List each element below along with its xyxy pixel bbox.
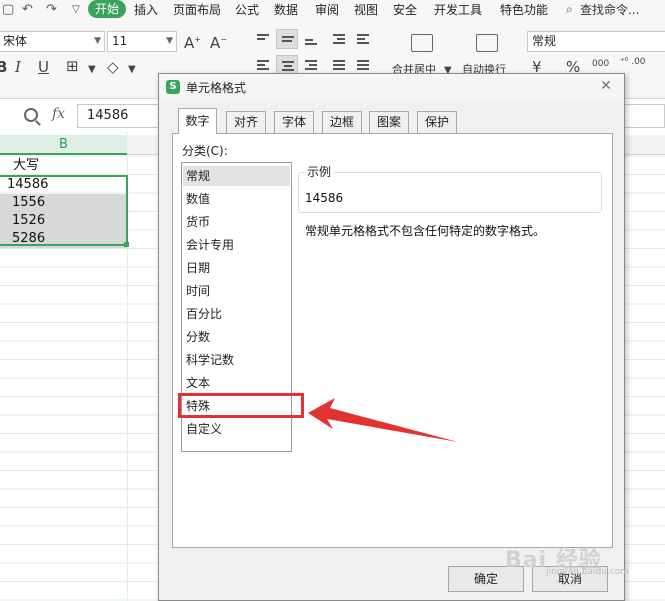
menu-page-layout[interactable]: 页面布局 xyxy=(173,1,221,18)
chevron-down-icon[interactable]: ▼ xyxy=(128,64,136,75)
bold-icon[interactable]: B xyxy=(0,57,7,77)
format-cells-dialog: S 单元格格式 ✕ 数字 对齐 字体 边框 图案 保护 分类(C): 常规 数值… xyxy=(158,73,625,601)
category-text[interactable]: 文本 xyxy=(186,373,210,393)
quick-access-dropdown-icon[interactable]: ▽ xyxy=(72,4,80,15)
increase-font-icon[interactable]: A+ xyxy=(184,30,201,53)
border-icon[interactable]: ⊞ xyxy=(66,56,79,76)
justify-button[interactable] xyxy=(328,55,350,75)
font-size-select[interactable]: 11 ▼ xyxy=(107,31,177,52)
tab-pattern[interactable]: 图案 xyxy=(369,111,409,133)
align-bottom-button[interactable] xyxy=(300,29,322,49)
fx-icon[interactable]: fx xyxy=(52,106,65,122)
format-description: 常规单元格格式不包含任何特定的数字格式。 xyxy=(305,224,546,238)
zoom-icon[interactable] xyxy=(24,108,38,122)
menu-security[interactable]: 安全 xyxy=(393,1,417,18)
align-right-button[interactable] xyxy=(300,55,322,75)
undo-icon[interactable]: ↶ xyxy=(22,2,33,17)
font-size-value: 11 xyxy=(112,34,128,48)
align-left-button[interactable] xyxy=(252,55,274,75)
menu-formulas[interactable]: 公式 xyxy=(235,1,259,18)
redo-icon[interactable]: ↷ xyxy=(46,2,57,17)
indent-increase-button[interactable] xyxy=(352,29,374,49)
sample-value: 14586 xyxy=(305,191,344,205)
category-custom[interactable]: 自定义 xyxy=(186,419,222,439)
close-icon[interactable]: ✕ xyxy=(595,76,617,96)
wrap-text-icon[interactable] xyxy=(476,34,498,52)
cell-selection-border xyxy=(0,175,128,246)
dialog-title: 单元格格式 xyxy=(186,81,247,95)
baidu-watermark-url: jingyan.baidu.com xyxy=(546,567,630,577)
font-name-select[interactable]: 宋体 ▼ xyxy=(0,31,105,52)
number-tab-panel: 分类(C): 常规 数值 货币 会计专用 日期 时间 百分比 分数 科学记数 文… xyxy=(172,133,613,548)
cell-b-header-text[interactable]: 大写 xyxy=(0,157,127,175)
decrease-font-icon[interactable]: A− xyxy=(210,30,227,53)
menu-developer-tools[interactable]: 开发工具 xyxy=(434,1,482,18)
align-center-button[interactable] xyxy=(276,55,298,75)
number-format-value: 常规 xyxy=(532,34,557,48)
tab-protection[interactable]: 保护 xyxy=(417,111,457,133)
tab-border[interactable]: 边框 xyxy=(322,111,362,133)
category-accounting[interactable]: 会计专用 xyxy=(186,235,234,255)
category-percentage[interactable]: 百分比 xyxy=(186,304,222,324)
category-scientific[interactable]: 科学记数 xyxy=(186,350,234,370)
annotation-highlight-box xyxy=(178,393,304,418)
category-date[interactable]: 日期 xyxy=(186,258,210,278)
category-general[interactable]: 常规 xyxy=(183,166,290,186)
fill-handle[interactable] xyxy=(124,242,129,247)
distributed-align-button[interactable] xyxy=(352,55,374,75)
menu-special-features[interactable]: 特色功能 xyxy=(500,1,548,18)
tab-alignment[interactable]: 对齐 xyxy=(226,111,266,133)
comma-style-icon[interactable]: 000 xyxy=(592,59,609,69)
tab-number[interactable]: 数字 xyxy=(178,108,217,134)
italic-icon[interactable]: I xyxy=(15,57,21,77)
category-time[interactable]: 时间 xyxy=(186,281,210,301)
chevron-down-icon[interactable]: ▼ xyxy=(88,64,96,75)
menu-insert[interactable]: 插入 xyxy=(134,1,158,18)
app-logo-icon: S xyxy=(166,80,180,94)
menu-review[interactable]: 审阅 xyxy=(315,1,339,18)
menu-data[interactable]: 数据 xyxy=(274,1,298,18)
annotation-arrow xyxy=(308,398,458,442)
indent-decrease-button[interactable] xyxy=(328,29,350,49)
menu-view[interactable]: 视图 xyxy=(354,1,378,18)
category-number[interactable]: 数值 xyxy=(186,189,210,209)
font-name-value: 宋体 xyxy=(3,34,28,48)
column-header-b[interactable]: B xyxy=(0,135,127,155)
increase-decimal-icon[interactable]: ⁺⁰ .00 xyxy=(620,57,646,67)
redo-history-icon[interactable]: ▢ xyxy=(2,2,14,17)
sample-group xyxy=(298,172,602,213)
number-format-select[interactable]: 常规 xyxy=(527,31,665,52)
sample-label: 示例 xyxy=(304,163,335,180)
menu-home[interactable]: 开始 xyxy=(88,0,126,18)
merge-center-icon[interactable] xyxy=(411,34,433,52)
chevron-down-icon: ▼ xyxy=(166,36,173,46)
category-label: 分类(C): xyxy=(182,144,228,158)
dialog-title-bar[interactable]: S 单元格格式 ✕ xyxy=(159,74,624,100)
command-search[interactable]: 查找命令... xyxy=(580,1,639,18)
align-middle-button[interactable] xyxy=(276,29,298,49)
category-currency[interactable]: 货币 xyxy=(186,212,210,232)
fill-color-icon[interactable]: ◇ xyxy=(107,57,119,77)
chevron-down-icon: ▼ xyxy=(94,36,101,46)
tab-font[interactable]: 字体 xyxy=(274,111,314,133)
search-icon: ⌕ xyxy=(566,2,573,16)
category-fraction[interactable]: 分数 xyxy=(186,327,210,347)
underline-icon[interactable]: U xyxy=(38,57,49,77)
align-top-button[interactable] xyxy=(252,29,274,49)
menu-bar: ▢ ↶ ↷ ▽ 开始 插入 页面布局 公式 数据 审阅 视图 安全 开发工具 特… xyxy=(0,0,665,19)
